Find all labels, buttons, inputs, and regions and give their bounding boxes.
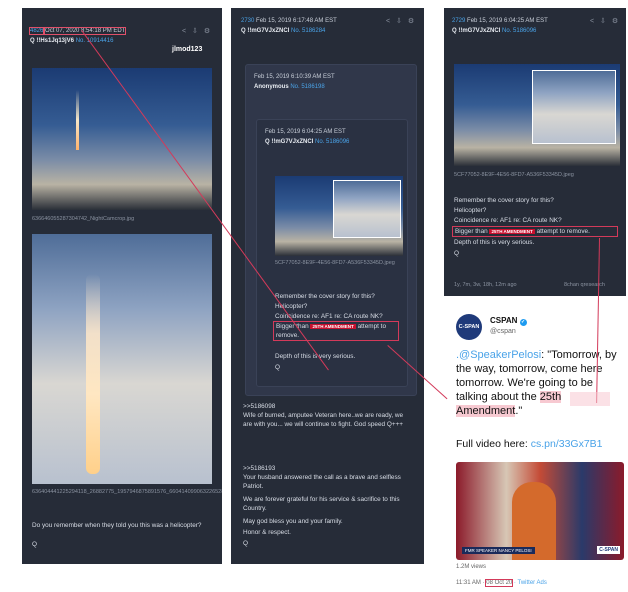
tripcode: Q !!mG7VJxZNCI bbox=[265, 139, 314, 145]
inner-bigger-line: Bigger than 25TH AMENDMENT attempt to re… bbox=[273, 321, 399, 341]
tweet-meta: 11:31 AM · 08 Oct 20 · Twitter Ads bbox=[456, 579, 547, 587]
post-image-inset bbox=[532, 70, 616, 144]
rocket-trail bbox=[76, 90, 79, 150]
tweet-date[interactable]: 08 Oct 20 bbox=[485, 579, 514, 587]
highlight-box-right bbox=[570, 392, 610, 406]
post-header: 2730 Feb 15, 2019 6:17:48 AM EST bbox=[241, 17, 337, 25]
quote-link[interactable]: No. 5186198 bbox=[290, 84, 324, 90]
image-filename-1[interactable]: 636646055287304742_NightCamcrop.jpg bbox=[32, 216, 134, 223]
depth-line: Depth of this is very serious. bbox=[454, 239, 535, 246]
reply-2-text-1: Your husband answered the call as a brav… bbox=[243, 474, 401, 490]
video-link[interactable]: cs.pn/33Gx7B1 bbox=[531, 438, 603, 450]
logo-text: C-SPAN bbox=[599, 547, 618, 553]
post-actions-icons[interactable]: < ⇩ ⚙ bbox=[590, 17, 620, 25]
post-number[interactable]: 2729 bbox=[452, 18, 465, 24]
inner-line-1: Remember the cover story for this? bbox=[275, 293, 375, 300]
tweet-card: C-SPAN CSPAN ✓ @cspan .@SpeakerPelosi: "… bbox=[446, 300, 626, 592]
username: jlmod123 bbox=[172, 46, 203, 53]
post-link[interactable]: No. 5186096 bbox=[502, 28, 536, 34]
inner-date: Feb 15, 2019 6:04:25 AM EST bbox=[265, 129, 346, 135]
verified-icon: ✓ bbox=[519, 319, 527, 326]
post-text: Do you remember when they told you this … bbox=[32, 522, 202, 529]
amendment-tag: 25TH AMENDMENT bbox=[489, 229, 535, 234]
tweet-author[interactable]: CSPAN ✓ bbox=[490, 316, 527, 326]
inner-filename[interactable]: 5CF77052-8E9F-4E56-8FD7-A536F53345D.jpeg bbox=[275, 260, 400, 267]
inner-q: Q bbox=[275, 364, 280, 371]
post-id: Q !!mG7VJxZNCI No. 5186284 bbox=[241, 27, 325, 35]
full-video-line: Full video here: cs.pn/33Gx7B1 bbox=[456, 438, 603, 450]
post-actions-icons[interactable]: < ⇩ ⚙ bbox=[182, 27, 212, 35]
caption-text: FMR SPEAKER NANCY PELOSI bbox=[465, 548, 532, 553]
rocket-plume bbox=[86, 274, 100, 474]
post-link[interactable]: No. 10914416 bbox=[76, 38, 114, 44]
tweet-text-2: ." bbox=[515, 405, 523, 417]
post-link[interactable]: No. 5186284 bbox=[291, 28, 325, 34]
reply-1-text: Wife of burned, amputee Veteran here..we… bbox=[243, 412, 404, 428]
reply-2-ref[interactable]: >>5186193 bbox=[243, 464, 275, 473]
post-signature: Q bbox=[32, 541, 37, 548]
post-date: Feb 15, 2019 6:04:25 AM EST bbox=[467, 18, 548, 24]
reply-2-text-4: Honor & respect. bbox=[243, 529, 291, 536]
tweet-source[interactable]: · Twitter Ads bbox=[512, 580, 547, 586]
speaker-caption: FMR SPEAKER NANCY PELOSI bbox=[462, 547, 535, 554]
post-id: Q !!Hs1Jq13jV6 No. 10914416 bbox=[30, 37, 113, 45]
tripcode: Q !!mG7VJxZNCI bbox=[452, 28, 501, 34]
reply-2-text-2: We are forever grateful for his service … bbox=[243, 496, 400, 512]
bigger-text: Bigger than bbox=[455, 228, 488, 235]
inner-image[interactable] bbox=[275, 176, 403, 256]
quoted-post: Feb 15, 2019 6:10:39 AM EST Anonymous No… bbox=[245, 64, 417, 396]
post-image-1[interactable] bbox=[32, 68, 212, 210]
post-date: Oct 07, 2020 8:54:18 PM EDT bbox=[44, 27, 127, 35]
post-header: 2729 Feb 15, 2019 6:04:25 AM EST bbox=[452, 17, 548, 25]
cspan-logo: C-SPAN bbox=[597, 546, 620, 554]
line-1: Remember the cover story for this? bbox=[454, 197, 554, 204]
quote-date: Feb 15, 2019 6:10:39 AM EST bbox=[254, 74, 335, 80]
middle-post: 2730 Feb 15, 2019 6:17:48 AM EST < ⇩ ⚙ Q… bbox=[231, 8, 424, 564]
image-filename-2[interactable]: 636404441225294118_26882775_195794687589… bbox=[32, 489, 222, 496]
attempt-text: attempt to remove. bbox=[536, 228, 590, 235]
tripcode: Q !!Hs1Jq13jV6 bbox=[30, 38, 75, 44]
post-age: 1y, 7m, 3w, 18h, 12m ago bbox=[454, 282, 517, 288]
bigger-text: Bigger than bbox=[276, 323, 309, 330]
post-date: Feb 15, 2019 6:17:48 AM EST bbox=[256, 18, 337, 24]
author-name: CSPAN bbox=[490, 316, 518, 325]
tripcode: Q !!mG7VJxZNCI bbox=[241, 28, 290, 34]
q-signature: Q bbox=[454, 250, 459, 257]
reply-1-ref[interactable]: >>5186098 bbox=[243, 402, 275, 411]
full-video-label: Full video here: bbox=[456, 438, 531, 450]
mention-link[interactable]: .@SpeakerPelosi bbox=[456, 349, 541, 361]
line-3: Coincidence re: AF1 re: CA route NK? bbox=[454, 217, 562, 224]
author-handle[interactable]: @cspan bbox=[490, 328, 516, 335]
avatar-text: C-SPAN bbox=[458, 324, 480, 330]
image-filename[interactable]: 5CF77052-8E9F-4E56-8FD7-A536F53345D.jpeg bbox=[454, 172, 624, 179]
post-id: Q !!mG7VJxZNCI No. 5186096 bbox=[452, 27, 536, 35]
post-number[interactable]: 4826 bbox=[28, 27, 45, 35]
video-thumbnail[interactable]: FMR SPEAKER NANCY PELOSI C-SPAN bbox=[456, 462, 624, 560]
inner-link[interactable]: No. 5186096 bbox=[315, 139, 349, 145]
bigger-line: Bigger than 25TH AMENDMENT attempt to re… bbox=[452, 226, 618, 237]
post-number[interactable]: 2730 bbox=[241, 18, 254, 24]
reply-2-text-5: Q bbox=[243, 540, 248, 547]
line-2: Helicopter? bbox=[454, 207, 487, 214]
post-actions-icons[interactable]: < ⇩ ⚙ bbox=[386, 17, 416, 25]
inner-id: Q !!mG7VJxZNCI No. 5186096 bbox=[265, 138, 349, 146]
quote-author: Anonymous No. 5186198 bbox=[254, 83, 325, 91]
post-image[interactable] bbox=[454, 64, 620, 166]
inner-image-inset bbox=[333, 180, 401, 238]
reply-2-text-3: May god bless you and your family. bbox=[243, 518, 343, 525]
cspan-avatar[interactable]: C-SPAN bbox=[456, 314, 482, 340]
post-header: 4826 Oct 07, 2020 8:54:18 PM EDT bbox=[28, 27, 127, 35]
view-count: 1.2M views bbox=[456, 564, 487, 570]
left-post: 4826 Oct 07, 2020 8:54:18 PM EDT < ⇩ ⚙ Q… bbox=[22, 8, 222, 564]
tweet-time: 11:31 AM · bbox=[456, 580, 487, 586]
anonymous-name: Anonymous bbox=[254, 84, 289, 90]
amendment-tag: 25TH AMENDMENT bbox=[310, 324, 356, 329]
post-image-2[interactable] bbox=[32, 234, 212, 484]
inner-quoted-post: Feb 15, 2019 6:04:25 AM EST Q !!mG7VJxZN… bbox=[256, 119, 408, 387]
